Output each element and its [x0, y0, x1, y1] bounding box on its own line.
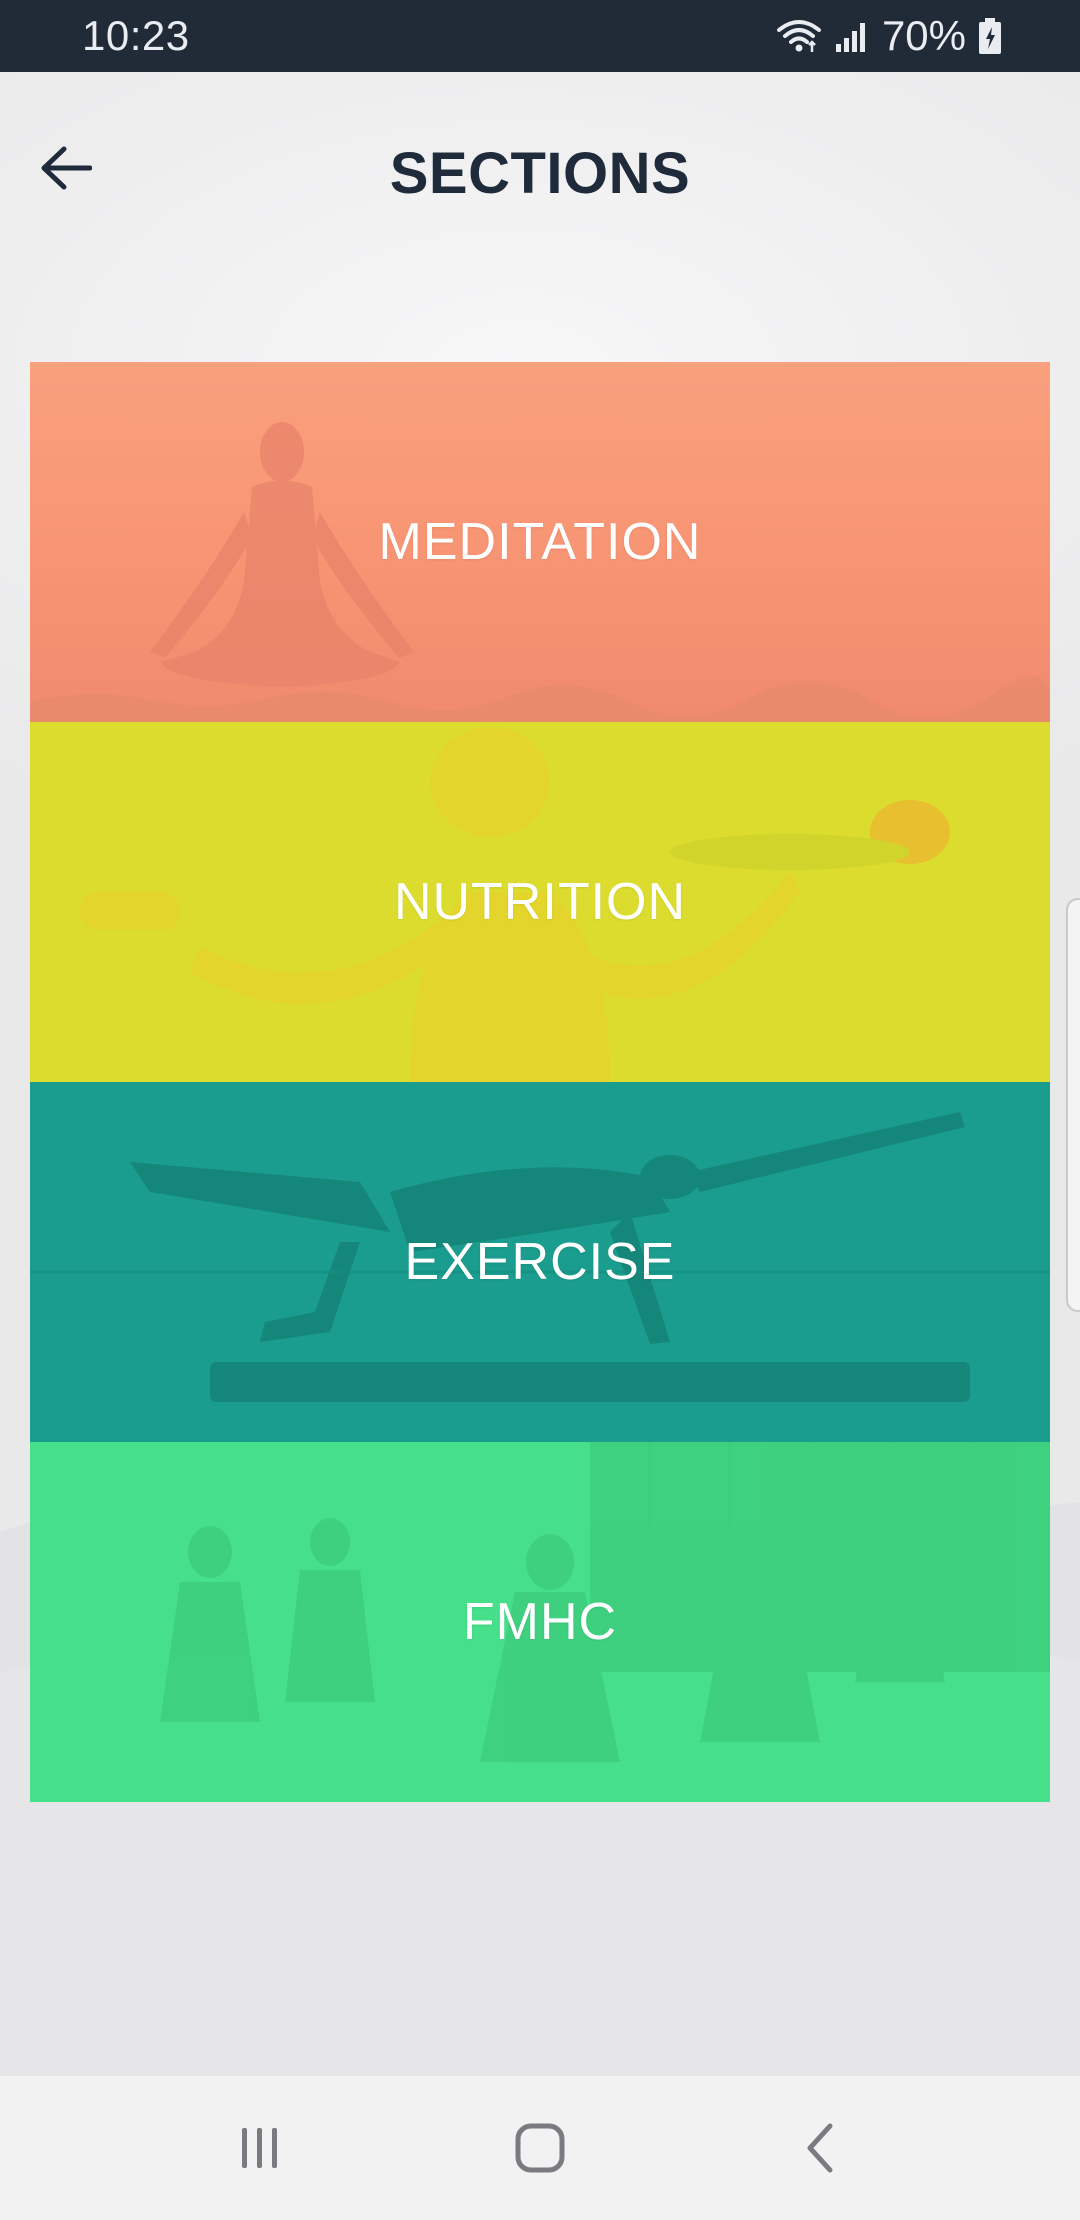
edge-panel-handle[interactable]	[1066, 898, 1080, 1312]
home-button[interactable]	[490, 2098, 590, 2198]
section-card-meditation[interactable]: MEDITATION	[30, 362, 1050, 722]
page-title: SECTIONS	[389, 141, 691, 206]
section-label-exercise: EXERCISE	[404, 1233, 676, 1291]
section-card-nutrition[interactable]: NUTRITION	[30, 722, 1050, 1082]
system-nav-bar	[0, 2076, 1080, 2220]
section-label-nutrition: NUTRITION	[393, 873, 687, 931]
back-icon	[807, 2123, 833, 2173]
recent-apps-button[interactable]	[210, 2098, 310, 2198]
section-card-fmhc[interactable]: FMHC	[30, 1442, 1050, 1802]
app-header: SECTIONS	[0, 72, 1080, 272]
sections-list: MEDITATION NUTRITION EXERCISE FMHC	[30, 362, 1050, 1802]
battery-charging-icon	[978, 17, 1002, 55]
status-icons: 70%	[776, 12, 1002, 60]
battery-percent: 70%	[881, 12, 966, 59]
section-label-meditation: MEDITATION	[378, 513, 702, 571]
section-card-exercise[interactable]: EXERCISE	[30, 1082, 1050, 1442]
home-icon	[515, 2123, 565, 2173]
status-bar: 10:23 70%	[0, 0, 1080, 72]
section-label-fmhc: FMHC	[462, 1593, 618, 1651]
wifi-icon	[776, 18, 822, 54]
status-time: 10:23	[82, 12, 190, 59]
signal-icon	[834, 18, 870, 54]
nav-back-button[interactable]	[770, 2098, 870, 2198]
recent-apps-icon	[242, 2128, 277, 2168]
